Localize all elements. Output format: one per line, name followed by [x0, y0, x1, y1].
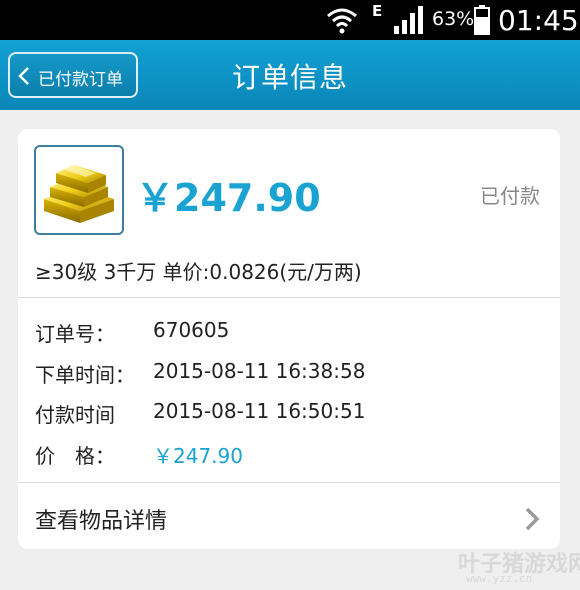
item-thumbnail: [34, 145, 124, 235]
status-bar: E 63% 01:45: [0, 0, 580, 40]
title-bar: 已付款订单 订单信息: [0, 40, 580, 110]
battery-icon: [474, 5, 490, 35]
payment-time-value: 2015-08-11 16:50:51: [153, 399, 366, 423]
gold-bars-icon: [44, 165, 114, 223]
price-label: 价 格：: [35, 444, 115, 468]
clock: 01:45: [498, 4, 579, 37]
divider: [18, 297, 560, 298]
page-title: 订单信息: [231, 61, 348, 94]
order-number-value: 670605: [153, 318, 230, 342]
battery-percent: 63%: [432, 8, 475, 30]
order-time-label: 下单时间：: [35, 363, 135, 387]
item-description: ≥30级 3千万 单价:0.0826(元/万两): [35, 260, 362, 284]
payment-time-label: 付款时间: [35, 403, 115, 427]
signal-icon: [394, 6, 423, 34]
status-badge: 已付款: [480, 184, 540, 208]
wifi-icon: [327, 8, 357, 34]
order-price: ￥247.90: [136, 176, 321, 220]
watermark-url: www.yzz.cn: [466, 572, 533, 585]
price-value: ￥247.90: [153, 444, 243, 468]
view-item-details-link[interactable]: 查看物品详情: [18, 482, 560, 549]
order-card: ￥247.90 已付款 ≥30级 3千万 单价:0.0826(元/万两) 订单号…: [18, 129, 560, 549]
view-item-details-label: 查看物品详情: [35, 509, 168, 534]
watermark: 叶子猪游戏网 www.yzz.cn: [458, 546, 580, 586]
order-number-label: 订单号：: [35, 322, 115, 346]
chevron-right-icon: [525, 507, 540, 531]
network-type: E: [372, 2, 383, 20]
order-time-value: 2015-08-11 16:38:58: [153, 359, 366, 383]
